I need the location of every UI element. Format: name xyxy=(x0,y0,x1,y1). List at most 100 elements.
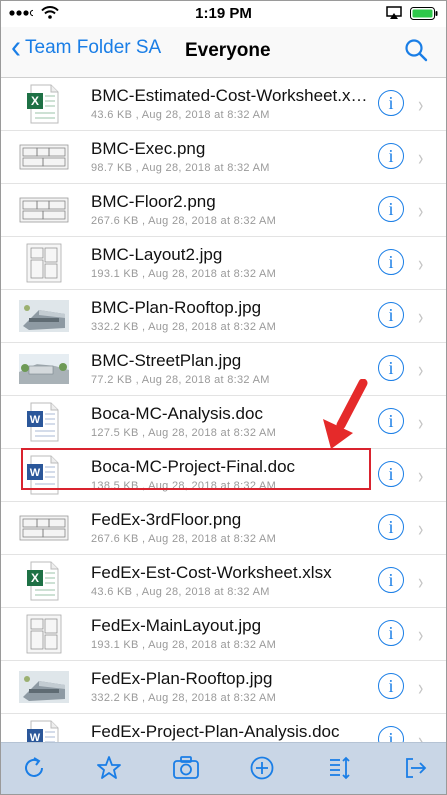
back-label: Team Folder SA xyxy=(25,37,162,58)
svg-text:W: W xyxy=(30,467,41,479)
file-meta: 43.6 KB , Aug 28, 2018 at 8:32 AM xyxy=(91,109,270,121)
file-name: Boca-MC-Analysis.doc xyxy=(91,404,263,423)
file-row[interactable]: BMC-Layout2.jpg 193.1 KB , Aug 28, 2018 a… xyxy=(1,237,446,290)
svg-text:W: W xyxy=(30,414,41,426)
info-icon[interactable]: i xyxy=(378,620,404,646)
file-thumbnail xyxy=(19,349,69,389)
chevron-right-icon[interactable]: › xyxy=(418,410,423,436)
file-meta: 127.5 KB , Aug 28, 2018 at 8:32 AM xyxy=(91,427,277,439)
file-thumbnail: W xyxy=(19,720,69,742)
file-name: FedEx-3rdFloor.png xyxy=(91,510,242,529)
star-icon[interactable] xyxy=(96,755,122,786)
file-name: BMC-Plan-Rooftop.jpg xyxy=(91,298,262,317)
file-row[interactable]: X FedEx-Est-Cost-Worksheet.xlsx 43.6 KB , … xyxy=(1,555,446,608)
chevron-right-icon[interactable]: › xyxy=(418,92,423,118)
file-name: FedEx-MainLayout.jpg xyxy=(91,616,262,635)
file-row[interactable]: FedEx-MainLayout.jpg 193.1 KB , Aug 28, 2… xyxy=(1,608,446,661)
chevron-right-icon[interactable]: › xyxy=(418,251,423,277)
svg-text:X: X xyxy=(31,571,39,585)
file-thumbnail xyxy=(19,508,69,548)
info-icon[interactable]: i xyxy=(378,408,404,434)
bottom-toolbar xyxy=(1,742,446,794)
status-time: 1:19 PM xyxy=(195,5,252,22)
file-name: BMC-StreetPlan.jpg xyxy=(91,351,242,370)
chevron-right-icon[interactable]: › xyxy=(418,728,423,742)
file-meta: 193.1 KB , Aug 28, 2018 at 8:32 AM xyxy=(91,268,277,280)
refresh-icon[interactable] xyxy=(21,755,47,786)
file-thumbnail: W xyxy=(19,455,69,495)
file-meta: 98.7 KB , Aug 28, 2018 at 8:32 AM xyxy=(91,162,270,174)
file-name: FedEx-Project-Plan-Analysis.doc xyxy=(91,722,340,741)
file-name: BMC-Layout2.jpg xyxy=(91,245,223,264)
file-meta: 267.6 KB , Aug 28, 2018 at 8:32 AM xyxy=(91,533,277,545)
chevron-right-icon[interactable]: › xyxy=(418,198,423,224)
app-frame: 1:19 PM ‹ Team Folder SA Everyone X BMC-… xyxy=(0,0,447,795)
airplay-icon xyxy=(386,6,402,24)
file-name: BMC-Estimated-Cost-Worksheet.xlsx xyxy=(91,86,371,105)
info-icon[interactable]: i xyxy=(378,196,404,222)
file-meta: 267.6 KB , Aug 28, 2018 at 8:32 AM xyxy=(91,215,277,227)
file-row[interactable]: BMC-Floor2.png 267.6 KB , Aug 28, 2018 at… xyxy=(1,184,446,237)
svg-text:X: X xyxy=(31,94,39,108)
chevron-right-icon[interactable]: › xyxy=(418,357,423,383)
file-thumbnail xyxy=(19,296,69,336)
back-button[interactable]: ‹ Team Folder SA xyxy=(11,29,162,66)
file-meta: 43.6 KB , Aug 28, 2018 at 8:32 AM xyxy=(91,586,270,598)
file-row[interactable]: WFedEx-Project-Plan-Analysis.doc137.5 KB… xyxy=(1,714,446,742)
camera-icon[interactable] xyxy=(172,755,200,786)
file-list: X BMC-Estimated-Cost-Worksheet.xlsx 43.6 K… xyxy=(1,78,446,742)
info-icon[interactable]: i xyxy=(378,461,404,487)
add-circle-icon[interactable] xyxy=(249,755,275,786)
chevron-right-icon[interactable]: › xyxy=(418,569,423,595)
info-icon[interactable]: i xyxy=(378,249,404,275)
file-thumbnail: X xyxy=(19,561,69,601)
page-title: Everyone xyxy=(185,40,271,61)
chevron-right-icon[interactable]: › xyxy=(418,463,423,489)
file-row[interactable]: FedEx-3rdFloor.png 267.6 KB , Aug 28, 201… xyxy=(1,502,446,555)
sort-icon[interactable] xyxy=(327,755,353,786)
info-icon[interactable]: i xyxy=(378,90,404,116)
search-icon[interactable] xyxy=(404,38,428,67)
file-meta: 332.2 KB , Aug 28, 2018 at 8:32 AM xyxy=(91,321,277,333)
svg-text:W: W xyxy=(30,732,41,742)
chevron-right-icon[interactable]: › xyxy=(418,675,423,701)
info-icon[interactable]: i xyxy=(378,143,404,169)
chevron-right-icon[interactable]: › xyxy=(418,516,423,542)
file-thumbnail xyxy=(19,243,69,283)
file-row[interactable]: FedEx-Plan-Rooftop.jpg 332.2 KB , Aug 28,… xyxy=(1,661,446,714)
info-icon[interactable]: i xyxy=(378,302,404,328)
file-thumbnail xyxy=(19,137,69,177)
file-row[interactable]: BMC-Exec.png 98.7 KB , Aug 28, 2018 at 8:… xyxy=(1,131,446,184)
file-name: FedEx-Est-Cost-Worksheet.xlsx xyxy=(91,563,332,582)
info-icon[interactable]: i xyxy=(378,355,404,381)
chevron-right-icon[interactable]: › xyxy=(418,145,423,171)
navigation-bar: ‹ Team Folder SA Everyone xyxy=(1,27,446,78)
info-icon[interactable]: i xyxy=(378,673,404,699)
file-row[interactable]: BMC-Plan-Rooftop.jpg 332.2 KB , Aug 28, 2… xyxy=(1,290,446,343)
file-row[interactable]: X BMC-Estimated-Cost-Worksheet.xlsx 43.6 K… xyxy=(1,78,446,131)
file-thumbnail: W xyxy=(19,402,69,442)
file-row[interactable]: BMC-StreetPlan.jpg 77.2 KB , Aug 28, 2018… xyxy=(1,343,446,396)
file-meta: 138.5 KB , Aug 28, 2018 at 8:32 AM xyxy=(91,480,277,492)
info-icon[interactable]: i xyxy=(378,567,404,593)
file-name: Boca-MC-Project-Final.doc xyxy=(91,457,296,476)
file-name: BMC-Floor2.png xyxy=(91,192,216,211)
file-row[interactable]: W Boca-MC-Analysis.doc 127.5 KB , Aug 28, … xyxy=(1,396,446,449)
file-name: BMC-Exec.png xyxy=(91,139,206,158)
battery-icon xyxy=(410,6,438,24)
file-thumbnail xyxy=(19,667,69,707)
file-thumbnail: X xyxy=(19,84,69,124)
file-thumbnail xyxy=(19,190,69,230)
chevron-right-icon[interactable]: › xyxy=(418,622,423,648)
export-icon[interactable] xyxy=(402,755,428,786)
file-meta: 193.1 KB , Aug 28, 2018 at 8:32 AM xyxy=(91,639,277,651)
chevron-left-icon: ‹ xyxy=(11,29,21,66)
file-meta: 77.2 KB , Aug 28, 2018 at 8:32 AM xyxy=(91,374,270,386)
info-icon[interactable]: i xyxy=(378,514,404,540)
status-bar: 1:19 PM xyxy=(1,1,446,27)
chevron-right-icon[interactable]: › xyxy=(418,304,423,330)
file-row[interactable]: W Boca-MC-Project-Final.doc 138.5 KB , Aug… xyxy=(1,449,446,502)
file-name: FedEx-Plan-Rooftop.jpg xyxy=(91,669,273,688)
file-meta: 332.2 KB , Aug 28, 2018 at 8:32 AM xyxy=(91,692,277,704)
info-icon[interactable]: i xyxy=(378,726,404,742)
